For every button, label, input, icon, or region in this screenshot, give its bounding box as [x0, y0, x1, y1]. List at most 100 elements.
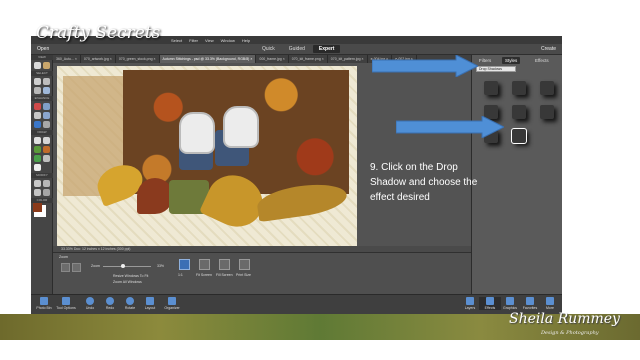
resize-windows-checkbox[interactable]: Resize Windows To Fit — [113, 274, 148, 278]
rotate-button[interactable]: Rotate — [119, 297, 141, 310]
fill-screen-icon[interactable] — [219, 259, 230, 270]
toolbox-section-view: VIEW — [31, 55, 53, 60]
tab-filters[interactable]: Filters — [476, 57, 494, 64]
dodge-tool-icon[interactable] — [43, 121, 50, 128]
doc-tab[interactable]: 070_kit_frame.png × — [289, 55, 328, 63]
fill-screen-button[interactable]: Fill Screen — [216, 273, 233, 277]
more-button[interactable]: More — [539, 297, 561, 310]
menu-item-view[interactable]: View — [205, 38, 214, 43]
blur-tool-icon[interactable] — [43, 112, 50, 119]
photo-bin-button[interactable]: Photo Bin — [33, 297, 55, 310]
create-button[interactable]: Create — [541, 46, 556, 52]
layout-icon — [146, 297, 154, 305]
zoom-all-windows-checkbox[interactable]: Zoom All Windows — [113, 280, 142, 284]
layers-label: Layers — [464, 306, 476, 310]
marquee-tool-icon[interactable] — [43, 78, 50, 85]
document-canvas[interactable] — [57, 66, 357, 256]
actual-pixels-icon[interactable] — [179, 259, 190, 270]
drop-shadow-style-3[interactable] — [540, 81, 554, 95]
crop-tool-icon[interactable] — [34, 180, 41, 187]
open-button[interactable]: Open — [37, 46, 49, 52]
fit-screen-button[interactable]: Fit Screen — [196, 273, 212, 277]
sponge-tool-icon[interactable] — [34, 121, 41, 128]
drop-shadow-style-2[interactable] — [512, 81, 526, 95]
foreground-color-swatch[interactable] — [33, 203, 42, 212]
drop-shadow-style-5[interactable] — [512, 105, 526, 119]
lasso-tool-icon[interactable] — [34, 87, 41, 94]
zoom-tool-icon[interactable] — [34, 62, 41, 69]
actual-pixels-button[interactable]: 1:1 — [178, 273, 183, 277]
doc-tab[interactable]: 070_kit_pattern.jpg × — [328, 55, 368, 63]
doc-tab[interactable]: 000_frame.jpg × — [256, 55, 289, 63]
zoom-in-icon[interactable] — [61, 263, 70, 272]
right-panel: Filters Styles Effects Drop Shadows — [471, 55, 562, 310]
toolbox-section-modify: MODIFY — [31, 173, 53, 178]
shape-tool-icon[interactable] — [34, 155, 41, 162]
drop-shadow-style-selected[interactable] — [511, 128, 527, 144]
layers-button[interactable]: Layers — [459, 297, 481, 310]
content-aware-move-tool-icon[interactable] — [34, 189, 41, 196]
favorites-button[interactable]: Favorites — [519, 297, 541, 310]
sneaker-right — [223, 106, 259, 148]
doc-tab-active[interactable]: Autumn Stitchings - psd @ 33.3% (Backgro… — [159, 55, 257, 63]
fit-screen-icon[interactable] — [199, 259, 210, 270]
brush-tool-icon[interactable] — [34, 137, 41, 144]
zoom-out-icon[interactable] — [72, 263, 81, 272]
effects-panel-button[interactable]: Effects — [479, 297, 501, 310]
clone-stamp-tool-icon[interactable] — [34, 112, 41, 119]
photo-bin-label: Photo Bin — [36, 306, 52, 310]
favorites-icon — [526, 297, 534, 305]
print-size-icon[interactable] — [239, 259, 250, 270]
instruction-text: 9. Click on the Drop Shadow and choose t… — [370, 162, 478, 203]
doc-tab[interactable]: 360_Autu... × — [53, 55, 81, 63]
effects-label: Effects — [484, 306, 496, 310]
tab-effects[interactable]: Effects — [532, 57, 552, 64]
pencil-tool-icon[interactable] — [43, 155, 50, 162]
sneaker-left — [179, 112, 215, 154]
graphics-icon — [506, 297, 514, 305]
undo-icon — [86, 297, 94, 305]
doc-tab[interactable]: 070_artwork.jpg × — [81, 55, 116, 63]
type-tool-icon[interactable] — [34, 164, 41, 171]
tool-options-button[interactable]: Tool Options — [55, 297, 77, 310]
hand-tool-icon[interactable] — [43, 62, 50, 69]
red-eye-tool-icon[interactable] — [34, 103, 41, 110]
organizer-icon — [168, 297, 176, 305]
layers-icon — [466, 297, 474, 305]
organizer-label: Organizer — [164, 306, 180, 310]
redo-icon — [106, 297, 114, 305]
signature: Sheila Rummey — [509, 311, 620, 327]
zoom-value: 33% — [157, 264, 165, 268]
layout-button[interactable]: Layout — [139, 297, 161, 310]
zoom-slider-handle[interactable] — [121, 264, 125, 268]
menu-item-select[interactable]: Select — [171, 38, 182, 43]
redo-button[interactable]: Redo — [99, 297, 121, 310]
gradient-tool-icon[interactable] — [43, 146, 50, 153]
menu-item-help[interactable]: Help — [242, 38, 250, 43]
tab-styles[interactable]: Styles — [502, 57, 521, 64]
mode-quick-button[interactable]: Quick — [256, 45, 281, 53]
recompose-tool-icon[interactable] — [43, 180, 50, 187]
tool-options-icon — [62, 297, 70, 305]
undo-button[interactable]: Undo — [79, 297, 101, 310]
doc-tab[interactable]: 070_green_stock.png × — [116, 55, 160, 63]
fx-icon — [486, 297, 494, 305]
zoom-slider[interactable] — [103, 266, 151, 267]
menu-item-window[interactable]: Window — [221, 38, 235, 43]
drop-shadow-style-1[interactable] — [484, 81, 498, 95]
straighten-tool-icon[interactable] — [43, 189, 50, 196]
paint-bucket-tool-icon[interactable] — [34, 146, 41, 153]
more-icon — [546, 297, 554, 305]
mode-expert-button[interactable]: Expert — [312, 45, 341, 53]
drop-shadow-style-6[interactable] — [540, 105, 554, 119]
quick-select-tool-icon[interactable] — [43, 87, 50, 94]
style-category-dropdown[interactable]: Drop Shadows — [476, 66, 516, 72]
mode-guided-button[interactable]: Guided — [283, 45, 311, 53]
eraser-tool-icon[interactable] — [43, 137, 50, 144]
move-tool-icon[interactable] — [34, 78, 41, 85]
spot-healing-tool-icon[interactable] — [43, 103, 50, 110]
menu-item-filter[interactable]: Filter — [189, 38, 198, 43]
print-size-button[interactable]: Print Size — [236, 273, 251, 277]
organizer-button[interactable]: Organizer — [161, 297, 183, 310]
graphics-button[interactable]: Graphics — [499, 297, 521, 310]
